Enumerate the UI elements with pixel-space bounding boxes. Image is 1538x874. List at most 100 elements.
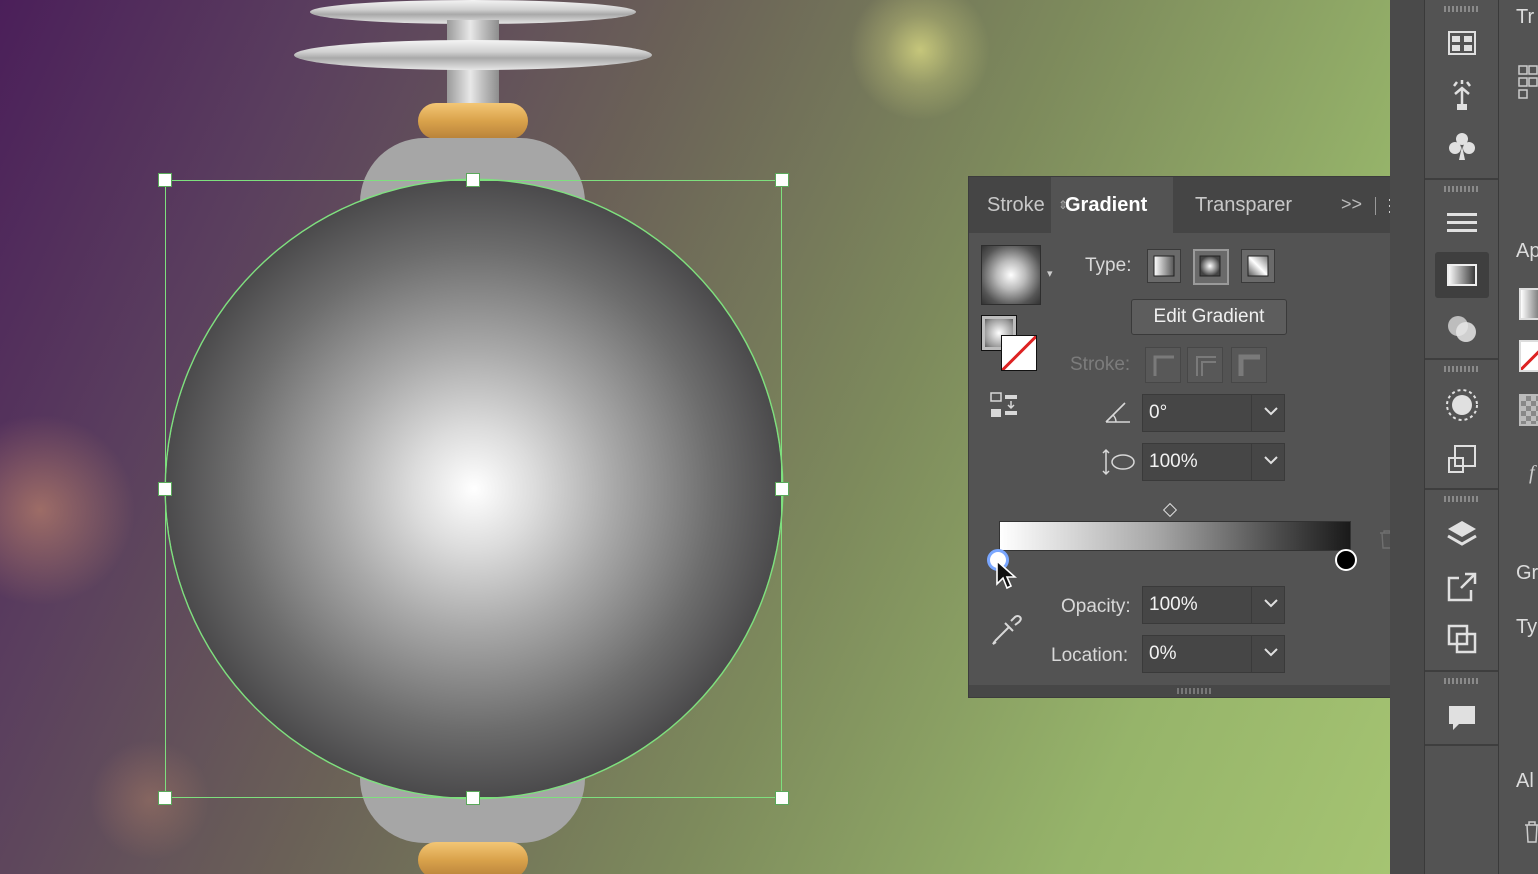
dock-cut-label: Ap [1516,240,1538,262]
appearance-icon[interactable] [1443,386,1481,424]
handle-bottom-center[interactable] [466,791,480,805]
dock-grip[interactable] [1444,186,1480,192]
location-dropdown-separator [1251,636,1252,672]
aspect-ratio-field[interactable]: 100% [1142,443,1285,481]
opacity-value: 100% [1149,594,1198,615]
handle-bottom-left[interactable] [158,791,172,805]
aspect-dropdown-separator [1251,444,1252,480]
chevron-down-icon[interactable] [1261,401,1281,421]
tab-transparency[interactable]: Transparer [1181,177,1306,233]
reverse-gradient-icon[interactable] [989,391,1019,421]
handle-middle-left[interactable] [158,482,172,496]
type-label: Type: [1085,255,1132,276]
stroke-gradient-within-button[interactable] [1145,347,1181,383]
fx-icon[interactable]: f [1529,462,1535,485]
gradient-swatch-thumbnail[interactable] [981,245,1041,305]
tab-updown-icon[interactable]: ⇕ [1058,198,1068,212]
edit-gradient-button[interactable]: Edit Gradient [1131,299,1287,335]
dock-cut-label: Gr [1516,562,1538,584]
opacity-field[interactable]: 100% [1142,586,1285,624]
location-value: 0% [1149,643,1177,664]
stroke-label: Stroke: [1070,354,1131,375]
fill-stroke-toggle[interactable] [981,315,1037,371]
handle-middle-right[interactable] [775,482,789,496]
dock-cut-label: Ty [1516,616,1538,638]
stroke-gradient-across-button[interactable] [1231,347,1267,383]
freeform-gradient-icon [1247,255,1269,277]
dock-grip[interactable] [1444,6,1480,12]
export-icon[interactable] [1443,568,1481,606]
aspect-ratio-value: 100% [1149,451,1198,472]
aspect-ratio-icon [1102,448,1135,476]
bottom-cap [418,842,528,874]
transparency-icon[interactable] [1443,310,1481,348]
opacity-dropdown-separator [1251,587,1252,623]
eyedropper-icon[interactable] [989,611,1025,647]
dock-grip[interactable] [1444,496,1480,502]
panel-icon-dock [1424,0,1499,874]
handle-top-right[interactable] [775,173,789,187]
angle-value: 0° [1149,402,1168,423]
transform-grid-icon[interactable] [1517,64,1538,104]
dock-separator [1425,178,1499,180]
dock-column-left [1390,0,1424,874]
freeform-gradient-button[interactable] [1241,249,1275,283]
dock-cut-label: Al [1516,770,1534,792]
libraries-icon[interactable] [1443,24,1481,62]
panel-footer [969,685,1421,697]
stroke-swatch-none[interactable] [1001,335,1037,371]
stroke-gradient-along-button[interactable] [1187,347,1223,383]
club-icon[interactable] [1443,128,1481,166]
top-disc-lower [294,40,652,70]
handle-top-center[interactable] [466,173,480,187]
opacity-label: Opacity: [1061,596,1131,617]
layers-icon[interactable] [1443,516,1481,554]
location-field[interactable]: 0% [1142,635,1285,673]
gradient-midpoint-diamond[interactable] [1162,502,1178,518]
dock-grip[interactable] [1444,678,1480,684]
angle-field[interactable]: 0° [1142,394,1285,432]
stroke-within-icon [1153,355,1174,376]
panel-tab-bar: Stroke Gradient ⇕ Transparer >> [969,177,1421,233]
stroke-none-slash [1521,342,1538,370]
tab-gradient[interactable]: Gradient [1051,177,1173,233]
transform-icon[interactable] [1443,440,1481,478]
panel-resize-grip[interactable] [1177,688,1213,694]
linear-gradient-button[interactable] [1147,249,1181,283]
symbols-icon[interactable] [1443,76,1481,114]
panel-overflow-icon[interactable]: >> [1341,194,1362,215]
angle-icon [1105,402,1130,423]
appearance-stroke-swatch[interactable] [1519,340,1538,372]
dock-cut-label: Tr [1516,6,1535,28]
chevron-down-icon[interactable] [1261,642,1281,662]
dock-separator [1425,358,1499,360]
swatch-dropdown-icon[interactable]: ▾ [1047,267,1053,280]
chevron-down-icon[interactable] [1261,593,1281,613]
location-label: Location: [1051,645,1129,666]
gradient-panel: Stroke Gradient ⇕ Transparer >> ▾ Type: [968,176,1422,698]
dock-separator [1425,488,1499,490]
handle-top-left[interactable] [158,173,172,187]
handle-bottom-right[interactable] [775,791,789,805]
properties-dock-partial: Tr Ap f Gr Ty Al [1498,0,1538,874]
appearance-fill-swatch[interactable] [1519,288,1538,320]
tab-stroke[interactable]: Stroke [973,177,1059,233]
gradient-slider-ramp[interactable] [999,521,1351,551]
dock-grip[interactable] [1444,366,1480,372]
tab-separator [1375,197,1376,215]
align-icon[interactable] [1443,204,1481,242]
trash-icon[interactable] [1523,820,1538,844]
gradient-stop-black[interactable] [1335,549,1357,571]
selection-bounding-box [165,180,782,798]
gradient-panel-icon[interactable] [1443,256,1481,294]
mouse-pointer-icon [996,559,1017,590]
radial-gradient-button[interactable] [1193,249,1229,285]
angle-dropdown-separator [1251,395,1252,431]
dock-separator [1425,670,1499,672]
artboards-icon[interactable] [1443,620,1481,658]
appearance-opacity-swatch[interactable] [1519,394,1538,426]
radial-gradient-icon [1199,255,1221,277]
chevron-down-icon[interactable] [1261,450,1281,470]
linear-gradient-icon [1153,255,1175,277]
comments-icon[interactable] [1443,698,1481,736]
